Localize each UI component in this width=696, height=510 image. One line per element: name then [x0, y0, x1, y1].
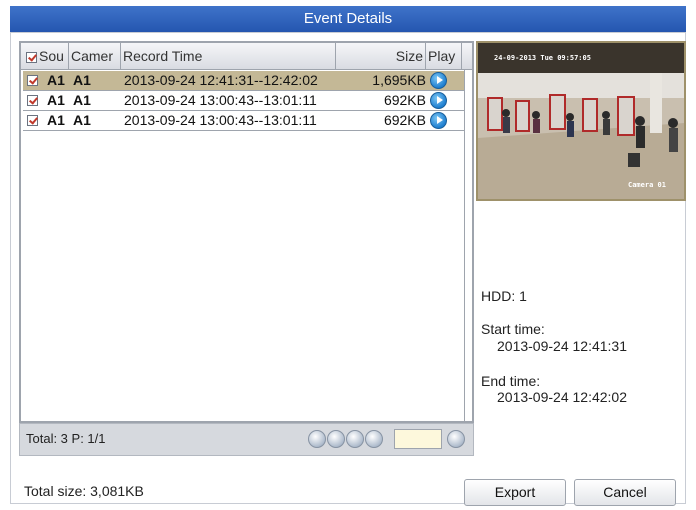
cancel-button[interactable]: Cancel: [574, 479, 676, 506]
next-page-button[interactable]: [346, 430, 364, 448]
first-page-button[interactable]: [308, 430, 326, 448]
row-record-time: 2013-09-24 13:00:43--13:01:11: [124, 112, 317, 128]
row-size: 692KB: [383, 112, 426, 128]
play-icon[interactable]: [430, 72, 447, 89]
preview-camera-label: Camera 01: [628, 181, 666, 189]
last-page-button[interactable]: [365, 430, 383, 448]
column-source[interactable]: Sou: [21, 43, 69, 69]
column-camera[interactable]: Camer: [69, 43, 121, 69]
preview-timestamp: 24-09-2013 Tue 09:57:05: [494, 54, 591, 62]
hdd-label: HDD: 1: [481, 288, 527, 304]
total-size-label: Total size: 3,081KB: [24, 483, 144, 499]
play-icon[interactable]: [430, 112, 447, 129]
row-size: 692KB: [383, 92, 426, 108]
row-record-time: 2013-09-24 13:00:43--13:01:11: [124, 92, 317, 108]
start-time-label: Start time:: [481, 321, 545, 337]
video-preview: 24-09-2013 Tue 09:57:05 Camera 01: [476, 41, 686, 201]
preview-image: [478, 43, 684, 199]
row-source: A1: [47, 92, 65, 108]
column-record-time[interactable]: Record Time: [121, 43, 336, 69]
column-play[interactable]: Play: [426, 43, 462, 69]
end-time-label: End time:: [481, 373, 541, 389]
dialog-title: Event Details: [303, 10, 393, 27]
column-size[interactable]: Size: [336, 43, 426, 69]
row-source: A1: [47, 112, 65, 128]
table-row[interactable]: A1 A1 2013-09-24 12:41:31--12:42:02 1,69…: [23, 71, 464, 91]
row-camera: A1: [73, 72, 91, 88]
row-source: A1: [47, 72, 65, 88]
export-button[interactable]: Export: [464, 479, 566, 506]
page-number-input[interactable]: [394, 429, 442, 449]
event-list-panel: Sou Camer Record Time Size Play A1 A1 20…: [19, 41, 474, 423]
end-time-value: 2013-09-24 12:42:02: [497, 389, 627, 405]
table-header: Sou Camer Record Time Size Play: [21, 43, 472, 70]
play-icon[interactable]: [430, 92, 447, 109]
go-page-button[interactable]: [447, 430, 465, 448]
row-checkbox[interactable]: [27, 75, 38, 86]
scrollbar-track[interactable]: [464, 70, 465, 421]
row-checkbox[interactable]: [27, 115, 38, 126]
prev-page-button[interactable]: [327, 430, 345, 448]
dialog-title-bar: Event Details: [10, 6, 686, 32]
pager-bar: Total: 3 P: 1/1: [19, 423, 474, 456]
row-camera: A1: [73, 92, 91, 108]
pager-total: Total: 3 P: 1/1: [26, 431, 106, 446]
row-checkbox[interactable]: [27, 95, 38, 106]
row-size: 1,695KB: [372, 72, 426, 88]
row-record-time: 2013-09-24 12:41:31--12:42:02: [124, 72, 318, 88]
start-time-value: 2013-09-24 12:41:31: [497, 338, 627, 354]
row-camera: A1: [73, 112, 91, 128]
select-all-checkbox[interactable]: [26, 51, 37, 63]
table-row[interactable]: A1 A1 2013-09-24 13:00:43--13:01:11 692K…: [23, 91, 464, 111]
table-row[interactable]: A1 A1 2013-09-24 13:00:43--13:01:11 692K…: [23, 111, 464, 131]
